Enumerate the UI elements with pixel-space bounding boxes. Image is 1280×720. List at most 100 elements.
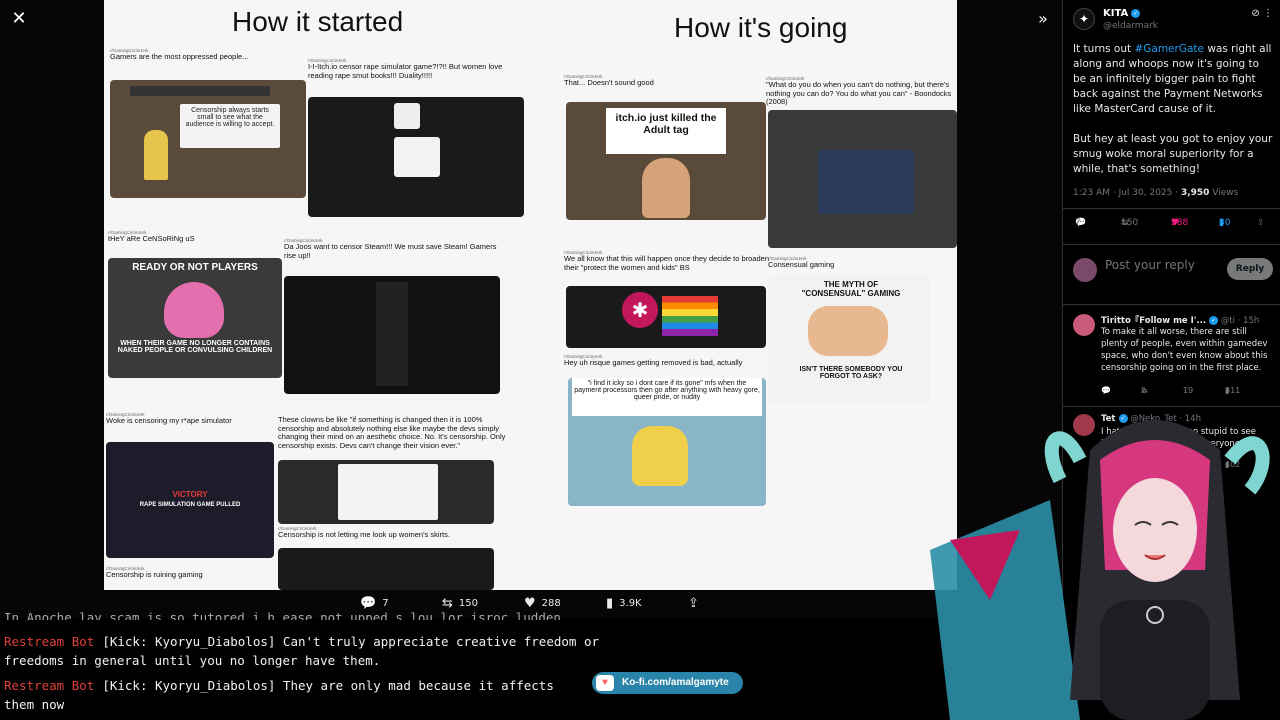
wojak-caption-top: READY OR NOT PLAYERS [132, 262, 258, 273]
meme-image-tweets [308, 97, 524, 217]
reply-engagement: 💬 ⇆ 2 ♡ 19 ▮ 311 [1101, 386, 1273, 398]
meme-image-itch: itch.io just killed the Adult tag [566, 102, 766, 220]
meme-image-myth: THE MYTH OF "CONSENSUAL" GAMING ISN'T TH… [768, 276, 930, 402]
chat-line-cutoff: In Anoche lay scam is so tutored i h eas… [4, 610, 561, 620]
figure [808, 306, 888, 356]
meme-image-lisa: "i find it icky so i dont care if its go… [568, 378, 766, 506]
thumb [338, 464, 438, 520]
reply-input[interactable]: Post your reply [1105, 258, 1195, 272]
meme-post: r/GamingCircleJerk tHeY aRe CeNSoRiNg uS [108, 230, 298, 244]
reply-handle: @Neko_Tet · 14h [1130, 414, 1201, 424]
heart-icon: ♥ [524, 596, 536, 611]
share-action[interactable]: ⇪ [688, 596, 699, 611]
meme-image-mastercard [768, 110, 957, 248]
stream-chat: In Anoche lay scam is so tutored i h eas… [0, 610, 640, 720]
chat-message: Restream Bot [Kick: Kyoryu_Diabolos] Can'… [4, 632, 634, 670]
meme-image-victory: VICTORY RAPE SIMULATION GAME PULLED [106, 442, 274, 558]
tweet-meta: 1:23 AM · Jul 30, 2025 · 3,950 Views [1073, 188, 1238, 198]
lisa-figure [144, 130, 168, 180]
kid-figure [642, 158, 690, 218]
reply-item[interactable]: Tiritto『Follow me I'... ✓ @ti · 15h To ma… [1073, 314, 1273, 404]
thumb [376, 282, 408, 386]
pride-flag [662, 296, 718, 336]
bookmark-count: 30 [1219, 218, 1231, 228]
post-text: Da Joos want to censor Steam!!! We must … [284, 242, 497, 260]
divider [1063, 208, 1280, 209]
chat-username: Restream Bot [4, 678, 95, 693]
chat-message: Restream Bot [Kick: Kyoryu_Diabolos] They… [4, 676, 584, 714]
post-text: Censorship is not letting me look up wom… [278, 530, 450, 540]
verified-icon: ✓ [1209, 316, 1219, 325]
reply-submit-button[interactable]: Reply [1227, 258, 1273, 280]
reply-avatar[interactable] [1073, 414, 1095, 436]
itch-caption: itch.io just killed the Adult tag [606, 108, 726, 154]
myth-caption-top: THE MYTH OF "CONSENSUAL" GAMING [801, 280, 901, 298]
views-action[interactable]: ▮ 3.9K [606, 596, 642, 611]
kofi-link[interactable]: ♥ Ko-fi.com/amalgamyte [592, 672, 743, 694]
reply-icon[interactable]: 💬 [1101, 386, 1111, 395]
divider [1063, 304, 1280, 305]
reply-count: 7 [1075, 218, 1081, 228]
meme-title-right: How it's going [674, 12, 848, 43]
author-tools: ⊘ ⋮ [1251, 8, 1273, 19]
meme-post: r/GamingCircleJerk We all know that this… [564, 250, 784, 272]
hashtag-link[interactable]: #GamerGate [1134, 43, 1204, 55]
tweet-engagement: 💬 7 ⇆ 150 ♥ 288 ▮ 30 ⇪ [1073, 218, 1273, 234]
author-avatar[interactable]: ✦ [1073, 8, 1095, 30]
meme-post: r/GamingCircleJerk Da Joos want to censo… [284, 238, 504, 260]
lisa-figure [632, 426, 688, 486]
image-viewer: ✕ » How it started How it's going r/Gami… [0, 0, 1062, 618]
reply-item[interactable]: Tet ✓ @Neko_Tet · 14h I hate how people a… [1073, 414, 1273, 474]
chevrons-right-icon[interactable]: » [1032, 8, 1054, 30]
wojak-caption-bottom: WHEN THEIR GAME NO LONGER CONTAINS NAKED… [117, 340, 273, 354]
meme-image-bg3 [278, 460, 494, 524]
repost-count: 2 [1141, 386, 1147, 395]
reply-author: Tiritto『Follow me I'... [1101, 316, 1207, 326]
meme-post: r/GamingCircleJerk "What do you do when … [766, 76, 956, 107]
meme-image-pride-flag: ✱ [566, 286, 766, 348]
lisa-caption: "i find it icky so i dont care if its go… [572, 378, 762, 416]
tweet-text-part: But hey at least you got to enjoy your s… [1073, 133, 1273, 175]
asterisk-icon: ✱ [622, 292, 658, 328]
chat-username: Restream Bot [4, 634, 95, 649]
close-icon[interactable]: ✕ [8, 8, 30, 30]
verified-icon: ✓ [1118, 414, 1128, 423]
share-icon: ⇪ [688, 596, 699, 611]
repost-action[interactable]: ⇆ 150 [442, 596, 478, 611]
more-icon[interactable]: ⋮ [1263, 8, 1273, 19]
meme-post: r/GamingCircleJerk Consensual gaming [768, 256, 957, 270]
reply-avatar[interactable] [1073, 314, 1095, 336]
post-text: These clowns be like "if something is ch… [278, 415, 506, 450]
tweet-timestamp[interactable]: 1:23 AM · Jul 30, 2025 · [1073, 188, 1181, 198]
views-count: 3.9K [619, 598, 642, 609]
post-text: tHeY aRe CeNSoRiNg uS [108, 234, 195, 244]
views-count: 402 [1225, 460, 1241, 469]
share-icon: ⇪ [1257, 218, 1265, 228]
author-handle[interactable]: @eldarmark [1103, 21, 1158, 31]
like-action[interactable]: ♥ 288 [524, 596, 561, 611]
myth-caption-bottom: ISN'T THERE SOMEBODY YOU FORGOT TO ASK? [799, 366, 903, 380]
reply-handle: @ti · 15h [1220, 316, 1260, 326]
grok-icon[interactable]: ⊘ [1251, 8, 1259, 19]
thumb [394, 103, 420, 129]
post-text: Consensual gaming [768, 260, 835, 270]
reply-header: Tiritto『Follow me I'... ✓ @ti · 15h [1101, 314, 1273, 326]
meme-post: r/GamingCircleJerk Hey uh risque games g… [564, 354, 764, 368]
tweet-text-part: It turns out [1073, 43, 1135, 55]
repost-icon: ⇆ [442, 596, 453, 611]
pulled-text: RAPE SIMULATION GAME PULLED [139, 502, 241, 508]
post-text: Woke is censoring my r*ape simulator [106, 416, 232, 426]
repost-count: 150 [458, 598, 478, 609]
meme-post: These clowns be like "if something is ch… [278, 415, 508, 451]
reply-header: Tet ✓ @Neko_Tet · 14h [1101, 414, 1273, 424]
post-text: Gamers are the most oppressed people... [110, 52, 249, 62]
thumb [818, 150, 914, 214]
meme-post: r/GamingCircleJerk Woke is censoring my … [106, 412, 276, 426]
author-name-text: KITA [1103, 8, 1129, 19]
author-name[interactable]: KITA ✓ [1103, 8, 1141, 19]
reply-action[interactable]: 💬 7 [360, 596, 389, 611]
post-text: Hey uh risque games getting removed is b… [564, 358, 743, 368]
stream-screen: ✕ » How it started How it's going r/Gami… [0, 0, 1280, 720]
reply-icon: 💬 [360, 596, 377, 611]
wojak-figure [164, 282, 224, 338]
